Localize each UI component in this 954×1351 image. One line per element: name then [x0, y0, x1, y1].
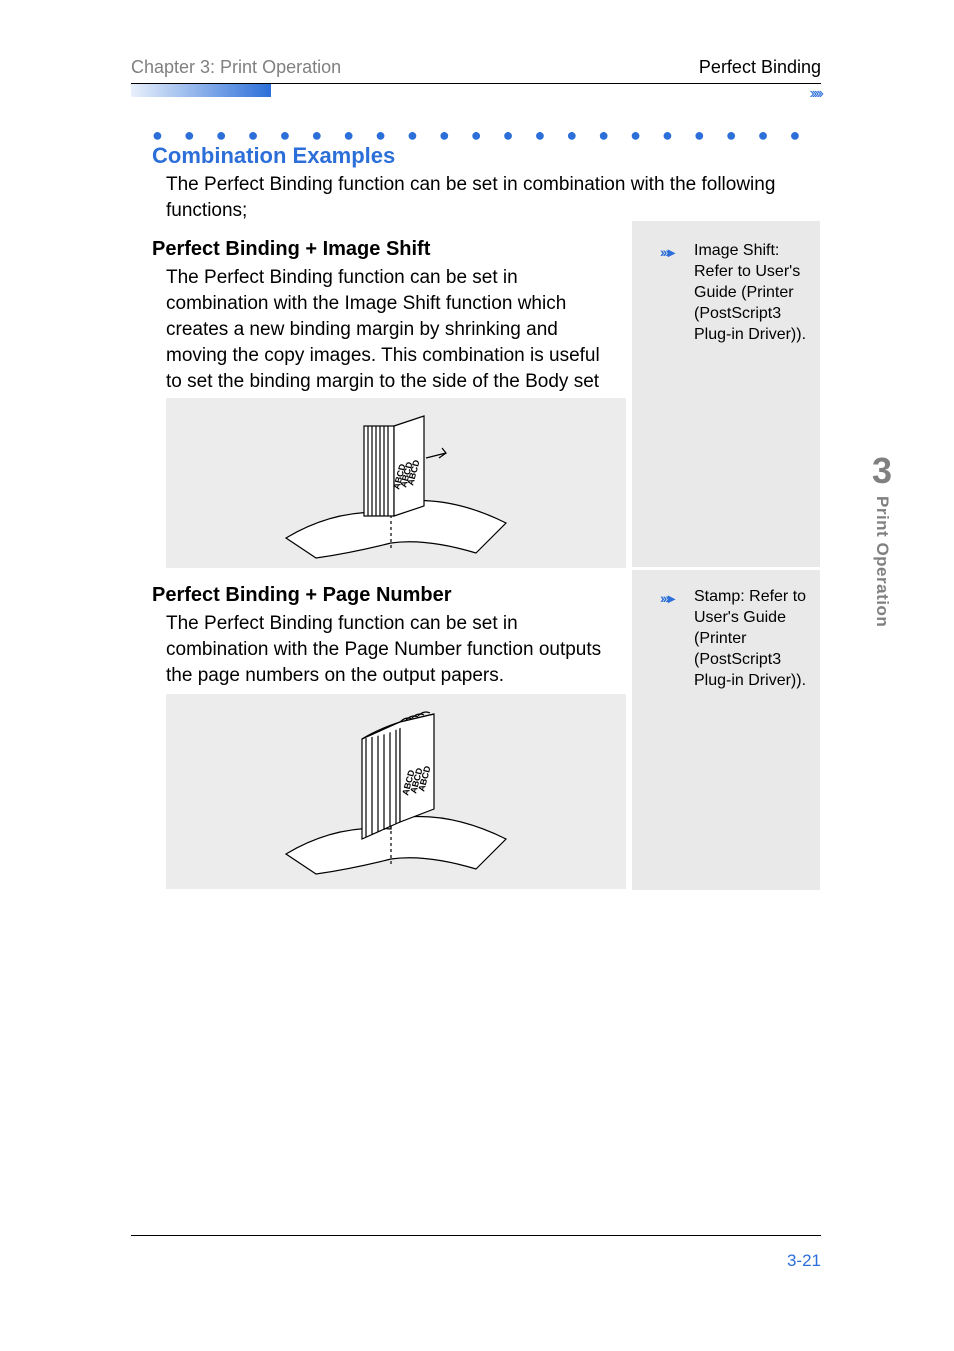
side-tab-number: 3 [872, 450, 892, 492]
page-number: 3-21 [787, 1251, 821, 1271]
subsection-2-title: Perfect Binding + Page Number [152, 584, 452, 607]
figure-1: ABCD ABCD ABCD [166, 398, 626, 568]
intro-paragraph: The Perfect Binding function can be set … [166, 172, 826, 224]
note-2-text: Stamp: Refer to User's Guide (Printer (P… [694, 586, 814, 691]
reference-arrow-icon: ›››▸ [660, 244, 673, 261]
subsection-1-title: Perfect Binding + Image Shift [152, 238, 430, 261]
side-tab: 3 Print Operation [864, 450, 900, 650]
side-tab-label: Print Operation [872, 496, 892, 627]
page: Chapter 3: Print Operation Perfect Bindi… [0, 0, 954, 1351]
reference-arrow-icon: ›››▸ [660, 590, 673, 607]
subsection-2-body: The Perfect Binding function can be set … [166, 611, 621, 689]
footer-rule [131, 1235, 821, 1236]
note-1-text: Image Shift: Refer to User's Guide (Prin… [694, 240, 814, 345]
header-gradient-bar [131, 84, 271, 97]
header-chapter-label: Chapter 3: Print Operation [131, 57, 341, 78]
chevrons-icon: ››››› [809, 85, 821, 103]
header-section-label: Perfect Binding [699, 57, 821, 78]
section-heading: Combination Examples [152, 143, 395, 169]
figure-2: ABCD ABCD ABCD [166, 694, 626, 889]
